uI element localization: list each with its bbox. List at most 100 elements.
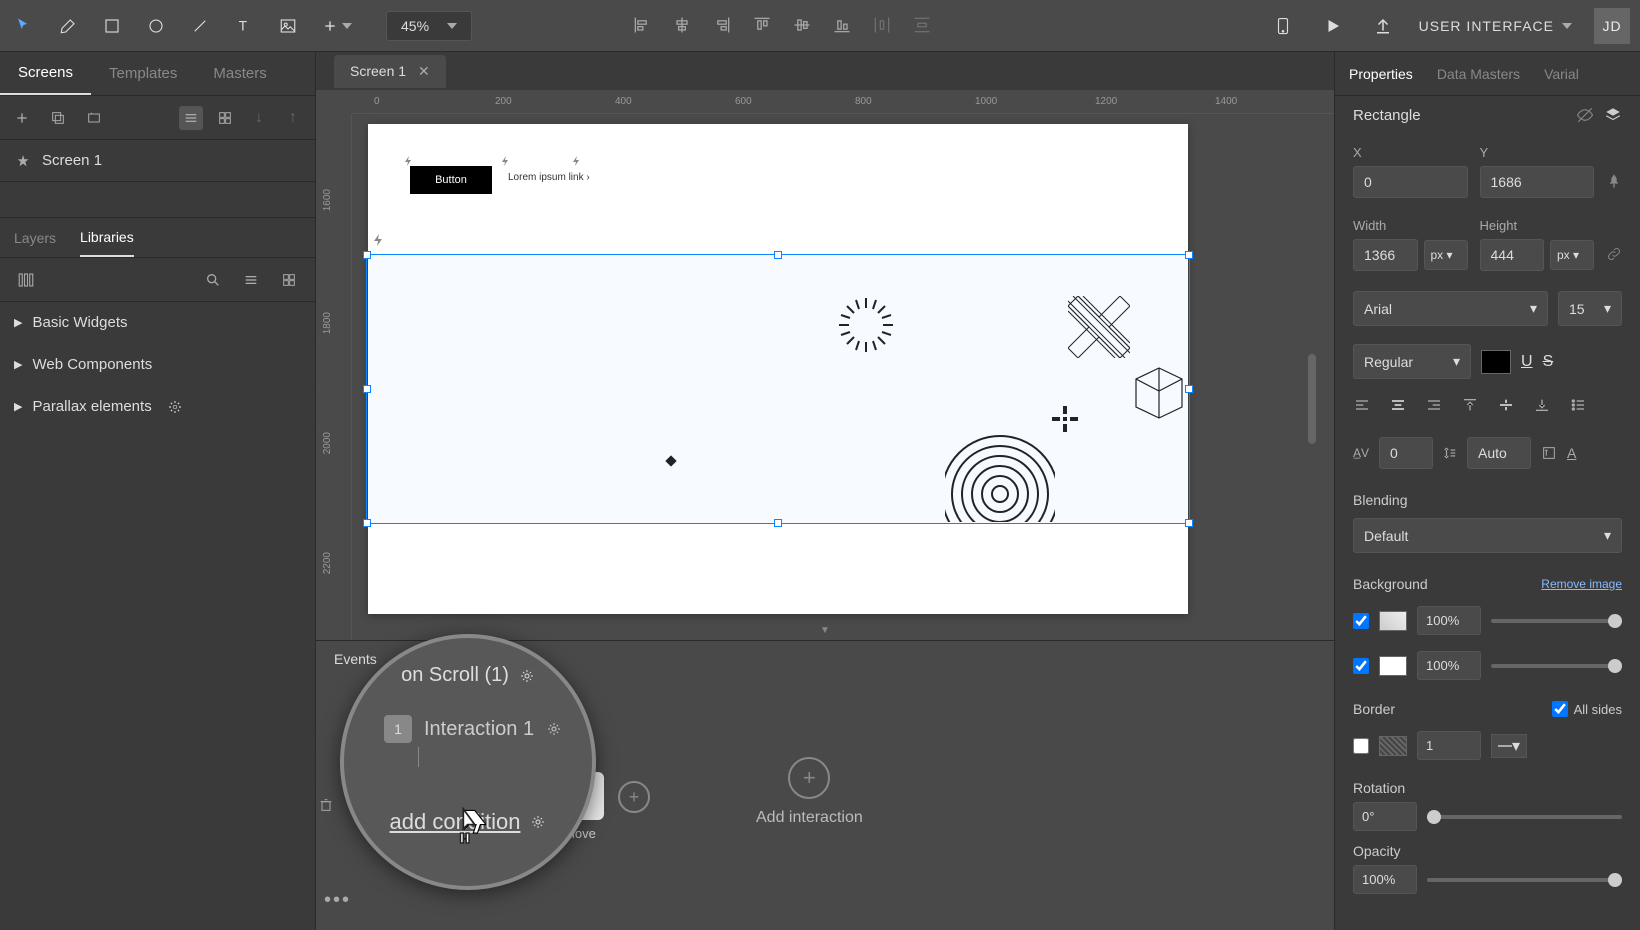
line-height-input[interactable] <box>1467 437 1531 469</box>
list-bullets-icon[interactable] <box>1569 397 1593 417</box>
border-checkbox[interactable] <box>1353 738 1369 754</box>
tab-properties[interactable]: Properties <box>1349 66 1413 82</box>
trash-icon[interactable] <box>318 797 334 813</box>
screen-tab[interactable]: Screen 1 ✕ <box>334 55 446 88</box>
upload-icon[interactable] <box>1369 12 1397 40</box>
all-sides-checkbox[interactable] <box>1552 701 1568 717</box>
sort-down-icon[interactable]: ↓ <box>247 106 271 130</box>
blend-mode-select[interactable]: Default▾ <box>1353 518 1622 553</box>
lib-basic-widgets[interactable]: ▶Basic Widgets <box>0 302 315 344</box>
distribute-h-icon[interactable] <box>872 15 894 37</box>
link-icon[interactable] <box>1606 246 1622 262</box>
library-manage-icon[interactable] <box>14 268 38 292</box>
pen-tool[interactable] <box>54 12 82 40</box>
border-color-swatch[interactable] <box>1379 736 1407 756</box>
border-width-input[interactable] <box>1417 731 1481 760</box>
tab-data-masters[interactable]: Data Masters <box>1437 66 1520 82</box>
pin-icon[interactable] <box>1606 173 1622 189</box>
text-color-swatch[interactable] <box>1481 350 1511 374</box>
add-screen-icon[interactable] <box>10 106 34 130</box>
align-text-left-icon[interactable] <box>1353 397 1377 417</box>
add-interaction-button[interactable]: + Add interaction <box>756 757 863 827</box>
x-input[interactable] <box>1353 166 1468 198</box>
valign-top-icon[interactable] <box>1461 397 1485 417</box>
screen-item[interactable]: Screen 1 <box>0 140 315 182</box>
border-style-select[interactable]: ▾ <box>1491 734 1527 758</box>
folder-icon[interactable] <box>82 106 106 130</box>
y-input[interactable] <box>1480 166 1595 198</box>
list-view-icon[interactable] <box>179 106 203 130</box>
sub-tab-layers[interactable]: Layers <box>14 220 56 256</box>
remove-image-link[interactable]: Remove image <box>1541 577 1622 591</box>
bg-color-checkbox[interactable] <box>1353 658 1369 674</box>
align-center-h-icon[interactable] <box>672 15 694 37</box>
ellipse-tool[interactable] <box>142 12 170 40</box>
list-view-icon[interactable] <box>239 268 263 292</box>
line-tool[interactable] <box>186 12 214 40</box>
opacity-slider[interactable] <box>1427 878 1622 882</box>
duplicate-icon[interactable] <box>46 106 70 130</box>
height-input[interactable] <box>1480 239 1545 271</box>
visibility-icon[interactable] <box>1576 106 1594 124</box>
play-icon[interactable] <box>1319 12 1347 40</box>
align-top-icon[interactable] <box>752 15 774 37</box>
opacity-input[interactable] <box>1353 865 1417 894</box>
sub-tab-libraries[interactable]: Libraries <box>80 219 134 257</box>
layers-icon[interactable] <box>1604 106 1622 124</box>
align-bottom-icon[interactable] <box>832 15 854 37</box>
bg-image-opacity[interactable] <box>1417 606 1481 635</box>
underline-button[interactable]: U <box>1521 353 1533 371</box>
canvas[interactable]: Button Lorem ipsum link › <box>352 114 1320 630</box>
font-size-select[interactable]: 15▾ <box>1558 291 1622 326</box>
letter-spacing-input[interactable] <box>1379 437 1433 469</box>
bg-color-slider[interactable] <box>1491 664 1622 668</box>
align-text-center-icon[interactable] <box>1389 397 1413 417</box>
bg-image-swatch[interactable] <box>1379 611 1407 631</box>
collapse-panel-icon[interactable]: ▼ <box>820 625 830 636</box>
bg-color-opacity[interactable] <box>1417 651 1481 680</box>
height-unit[interactable]: px ▾ <box>1550 240 1594 270</box>
grid-view-icon[interactable] <box>277 268 301 292</box>
width-unit[interactable]: px ▾ <box>1424 240 1468 270</box>
user-avatar[interactable]: JD <box>1594 8 1630 44</box>
text-tool[interactable]: T <box>230 12 258 40</box>
align-left-icon[interactable] <box>632 15 654 37</box>
add-action-button[interactable]: + <box>618 781 650 813</box>
text-color-icon[interactable]: A <box>1567 445 1576 461</box>
rotation-slider[interactable] <box>1427 815 1622 819</box>
rotation-input[interactable] <box>1353 802 1417 831</box>
vertical-scrollbar[interactable] <box>1308 354 1316 444</box>
strikethrough-button[interactable]: S <box>1543 353 1554 371</box>
project-name-dropdown[interactable]: USER INTERFACE <box>1419 18 1572 34</box>
search-icon[interactable] <box>201 268 225 292</box>
align-middle-icon[interactable] <box>792 15 814 37</box>
valign-bottom-icon[interactable] <box>1533 397 1557 417</box>
lib-web-components[interactable]: ▶Web Components <box>0 344 315 386</box>
sort-up-icon[interactable]: ↑ <box>281 106 305 130</box>
tab-variables[interactable]: Varial <box>1544 66 1579 82</box>
device-icon[interactable] <box>1269 12 1297 40</box>
add-tool[interactable] <box>318 12 356 40</box>
bg-image-checkbox[interactable] <box>1353 613 1369 629</box>
image-tool[interactable] <box>274 12 302 40</box>
font-weight-select[interactable]: Regular▾ <box>1353 344 1471 379</box>
zoom-select[interactable]: 45% <box>386 11 472 41</box>
distribute-v-icon[interactable] <box>912 15 934 37</box>
width-input[interactable] <box>1353 239 1418 271</box>
lib-parallax[interactable]: ▶Parallax elements <box>0 386 315 428</box>
close-tab-icon[interactable]: ✕ <box>418 63 430 80</box>
pointer-tool[interactable] <box>10 12 38 40</box>
tab-masters[interactable]: Masters <box>195 53 284 94</box>
tab-templates[interactable]: Templates <box>91 53 195 94</box>
bg-image-slider[interactable] <box>1491 619 1622 623</box>
bg-color-swatch[interactable] <box>1379 656 1407 676</box>
font-family-select[interactable]: Arial▾ <box>1353 291 1548 326</box>
interaction-item[interactable]: 1 Interaction 1 <box>384 715 566 743</box>
tab-screens[interactable]: Screens <box>0 52 91 95</box>
align-right-icon[interactable] <box>712 15 734 37</box>
text-box-icon[interactable] <box>1541 445 1557 461</box>
grid-view-icon[interactable] <box>213 106 237 130</box>
more-menu-icon[interactable]: ••• <box>324 889 351 912</box>
valign-middle-icon[interactable] <box>1497 397 1521 417</box>
rect-tool[interactable] <box>98 12 126 40</box>
